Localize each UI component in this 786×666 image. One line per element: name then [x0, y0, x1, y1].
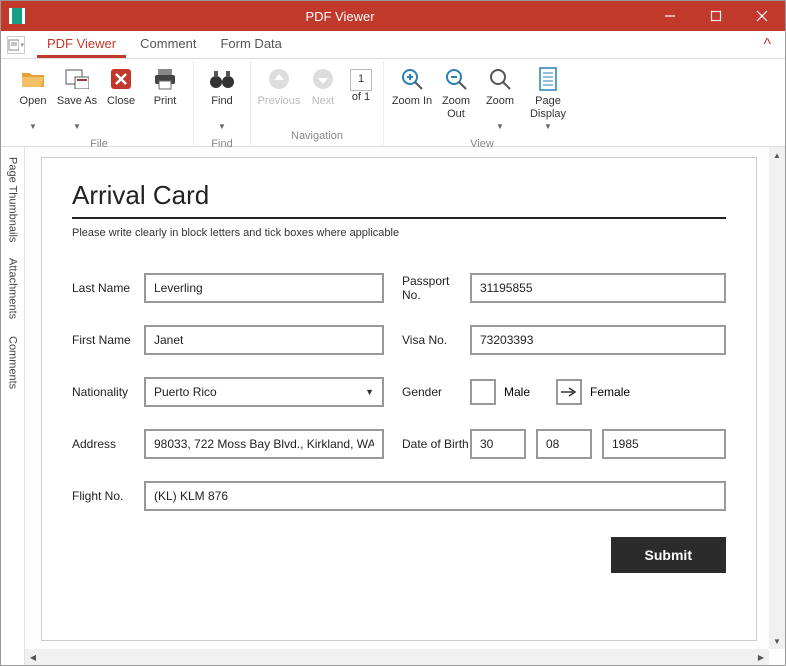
tab-comment[interactable]: Comment [130, 32, 206, 58]
input-dob-year[interactable] [602, 429, 726, 459]
maximize-button[interactable] [693, 1, 739, 31]
folder-icon [21, 65, 45, 93]
print-icon [153, 65, 177, 93]
form-instruction: Please write clearly in block letters an… [72, 227, 726, 239]
binoculars-icon [209, 65, 235, 93]
zoom-out-icon [444, 65, 468, 93]
zoom-icon [488, 65, 512, 93]
chevron-down-icon: ▼ [496, 122, 504, 132]
file-menu-button[interactable]: ▾ [7, 36, 25, 54]
checkbox-male[interactable] [470, 379, 496, 405]
app-icon [9, 8, 25, 24]
side-tabs: Page Thumbnails Attachments Comments [1, 147, 25, 665]
label-last-name: Last Name [72, 281, 144, 295]
open-button[interactable]: Open ▼ [11, 61, 55, 136]
ribbon: Open ▼ Save As ▼ Close Print File Fin [1, 59, 785, 147]
scroll-track[interactable] [769, 163, 785, 633]
horizontal-scrollbar[interactable]: ◀ ▶ [25, 649, 769, 665]
divider [72, 217, 726, 219]
menubar: ▾ PDF Viewer Comment Form Data ^ [1, 31, 785, 59]
input-address[interactable] [144, 429, 384, 459]
input-visa-no[interactable] [470, 325, 726, 355]
page-display-icon [538, 65, 558, 93]
input-flight-no[interactable] [144, 481, 726, 511]
close-window-button[interactable] [739, 1, 785, 31]
scroll-up-button[interactable]: ▲ [769, 147, 785, 163]
zoom-out-button[interactable]: Zoom Out [434, 61, 478, 125]
page-number-input[interactable]: 1 [350, 69, 372, 91]
window-title: PDF Viewer [33, 9, 647, 24]
input-last-name[interactable] [144, 273, 384, 303]
submit-button[interactable]: Submit [611, 537, 726, 573]
checkbox-female[interactable] [556, 379, 582, 405]
sidetab-comments[interactable]: Comments [5, 334, 21, 391]
print-button[interactable]: Print [143, 61, 187, 125]
cursor-arrow-icon [559, 386, 579, 398]
chevron-down-icon: ▼ [29, 122, 37, 132]
ribbon-group-find: Find ▼ Find [194, 61, 251, 146]
sidetab-thumbnails[interactable]: Page Thumbnails [5, 155, 21, 244]
work-area: Page Thumbnails Attachments Comments Arr… [1, 147, 785, 665]
chevron-down-icon: ▼ [365, 387, 374, 397]
zoom-in-icon [400, 65, 424, 93]
collapse-ribbon-button[interactable]: ^ [755, 36, 779, 54]
find-button[interactable]: Find ▼ [200, 61, 244, 136]
save-as-button[interactable]: Save As ▼ [55, 61, 99, 136]
next-page-button[interactable]: Next [301, 61, 345, 125]
input-dob-month[interactable] [536, 429, 592, 459]
ribbon-group-view: Zoom In Zoom Out Zoom ▼ Page Display ▼ V… [384, 61, 580, 146]
label-dob: Date of Birth [384, 437, 470, 451]
pdf-page: Arrival Card Please write clearly in blo… [41, 157, 757, 641]
title-bar: PDF Viewer [1, 1, 785, 31]
label-first-name: First Name [72, 333, 144, 347]
label-male: Male [504, 385, 530, 399]
chevron-down-icon: ▼ [544, 122, 552, 132]
page-display-button[interactable]: Page Display ▼ [522, 61, 574, 136]
input-passport-no[interactable] [470, 273, 726, 303]
label-passport-no: Passport No. [384, 274, 470, 302]
sidetab-attachments[interactable]: Attachments [5, 256, 21, 321]
ribbon-group-label: Navigation [291, 128, 343, 146]
close-doc-button[interactable]: Close [99, 61, 143, 125]
save-as-icon [65, 65, 89, 93]
previous-page-button[interactable]: Previous [257, 61, 301, 125]
chevron-down-icon: ▼ [218, 122, 226, 132]
scroll-left-button[interactable]: ◀ [25, 650, 41, 666]
label-gender: Gender [384, 385, 470, 399]
combo-nationality[interactable]: Puerto Rico ▼ [144, 377, 384, 407]
zoom-in-button[interactable]: Zoom In [390, 61, 434, 125]
arrow-up-icon [268, 65, 290, 93]
tab-form-data[interactable]: Form Data [210, 32, 291, 58]
ribbon-group-file: Open ▼ Save As ▼ Close Print File [5, 61, 194, 146]
minimize-button[interactable] [647, 1, 693, 31]
label-female: Female [590, 385, 630, 399]
combo-nationality-value: Puerto Rico [154, 385, 217, 399]
zoom-button[interactable]: Zoom ▼ [478, 61, 522, 136]
document-viewport: Arrival Card Please write clearly in blo… [25, 147, 785, 665]
scroll-right-button[interactable]: ▶ [753, 649, 769, 665]
input-first-name[interactable] [144, 325, 384, 355]
ribbon-group-navigation: Previous Next 1 of 1 Navigation [251, 61, 384, 146]
label-nationality: Nationality [72, 385, 144, 399]
form-title: Arrival Card [72, 180, 726, 211]
vertical-scrollbar[interactable]: ▲ ▼ [769, 147, 785, 649]
page-number-indicator[interactable]: 1 of 1 [345, 61, 377, 121]
input-dob-day[interactable] [470, 429, 526, 459]
tab-pdf-viewer[interactable]: PDF Viewer [37, 32, 126, 58]
chevron-down-icon: ▼ [73, 122, 81, 132]
label-visa-no: Visa No. [384, 333, 470, 347]
close-icon [110, 65, 132, 93]
scroll-down-button[interactable]: ▼ [769, 633, 785, 649]
arrow-down-icon [312, 65, 334, 93]
label-flight-no: Flight No. [72, 489, 144, 503]
label-address: Address [72, 437, 144, 451]
